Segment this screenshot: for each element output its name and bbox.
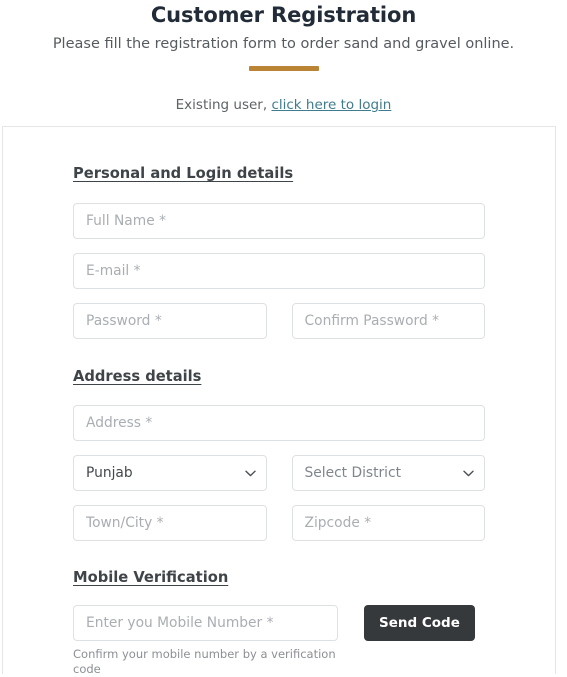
email-input[interactable]: [73, 253, 485, 289]
page-header: Customer Registration Please fill the re…: [0, 0, 567, 114]
existing-user-label: Existing user,: [175, 97, 268, 113]
login-link[interactable]: click here to login: [271, 97, 391, 113]
section-heading-address: Address details: [73, 368, 202, 385]
town-city-input[interactable]: [73, 505, 267, 541]
field-row-address: [73, 405, 485, 441]
mobile-helper-text: Confirm your mobile number by a verifica…: [73, 647, 336, 676]
address-input[interactable]: [73, 405, 485, 441]
confirm-password-input[interactable]: [291, 303, 485, 339]
field-row-email: [73, 253, 485, 289]
field-row-passwords: [73, 303, 485, 339]
column-gap: [267, 303, 292, 339]
existing-user-line: Existing user, click here to login: [0, 96, 567, 114]
mobile-number-input[interactable]: [73, 605, 338, 641]
state-select-wrapper: Punjab: [73, 455, 267, 491]
field-row-state-district: Punjab Select District: [73, 455, 485, 491]
section-heading-mobile-verification: Mobile Verification: [73, 569, 229, 586]
field-row-town-zip: [73, 505, 485, 541]
column-gap: [267, 455, 292, 491]
district-select-wrapper: Select District: [291, 455, 485, 491]
registration-form-card: Personal and Login details Address detai…: [2, 126, 556, 677]
zipcode-input[interactable]: [291, 505, 485, 541]
password-input[interactable]: [73, 303, 267, 339]
mobile-input-column: Confirm your mobile number by a verifica…: [73, 605, 338, 677]
field-row-mobile-verification: Confirm your mobile number by a verifica…: [73, 605, 485, 677]
full-name-input[interactable]: [73, 203, 485, 239]
page-subtitle: Please fill the registration form to ord…: [52, 36, 515, 52]
column-gap: [267, 505, 292, 541]
section-heading-personal: Personal and Login details: [73, 165, 294, 182]
state-select[interactable]: Punjab: [73, 455, 267, 491]
page-title: Customer Registration: [150, 3, 417, 27]
form-body: Personal and Login details Address detai…: [3, 127, 555, 677]
field-row-full-name: [73, 203, 485, 239]
send-code-button[interactable]: Send Code: [364, 605, 475, 641]
district-select[interactable]: Select District: [291, 455, 485, 491]
title-divider: [0, 66, 567, 71]
send-code-column: Send Code: [364, 605, 475, 641]
divider-bar: [248, 66, 319, 71]
